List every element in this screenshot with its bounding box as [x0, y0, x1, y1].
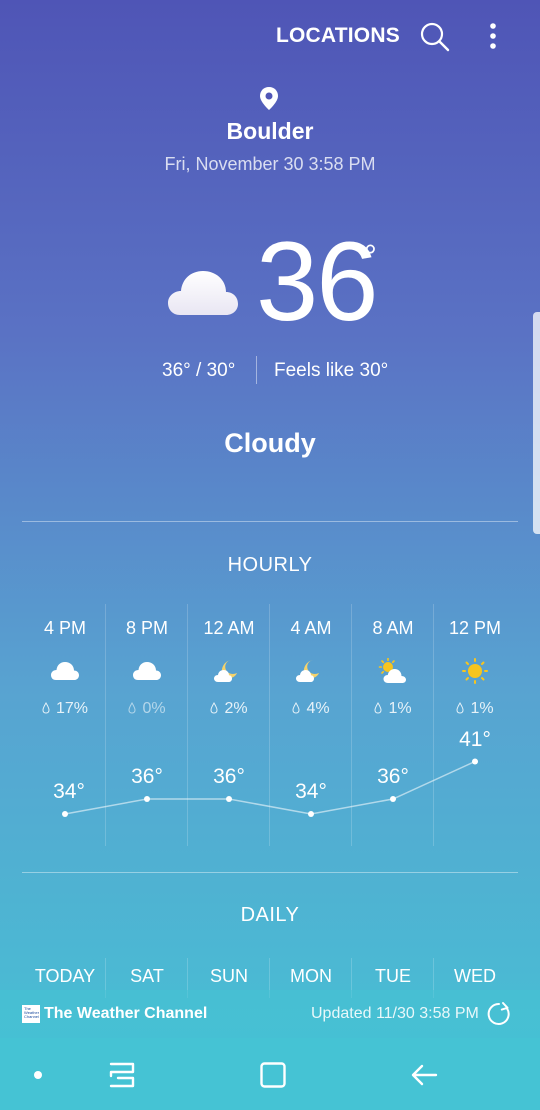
locations-button[interactable]: LOCATIONS [276, 24, 400, 48]
hour-temperature-label: 36° [213, 765, 245, 788]
day-label: TUE [375, 966, 411, 986]
hour-temperature-label: 34° [53, 780, 85, 803]
temperature-point [472, 758, 478, 765]
cloudy-icon [166, 265, 240, 317]
hour-time: 4 AM [290, 618, 332, 638]
hour-temperature-label: 36° [131, 765, 163, 788]
hour-time: 8 AM [372, 618, 414, 638]
precip-value: 2% [224, 700, 248, 717]
precipitation-chance: 17% [24, 700, 106, 718]
raindrop-icon [128, 702, 136, 714]
hourly-title: HOURLY [227, 554, 313, 576]
precip-value: 17% [55, 700, 89, 717]
high-low-temperature: 36° / 30° [162, 360, 236, 381]
raindrop-icon [374, 702, 382, 714]
temperature-point [390, 796, 396, 802]
day-label: TODAY [34, 966, 96, 986]
precip-value: 1% [470, 700, 494, 717]
day-label: SUN [209, 966, 248, 986]
moon-cloud-icon [214, 658, 244, 684]
precip-value: 4% [306, 700, 330, 717]
hour-temperature-label: 36° [377, 765, 409, 788]
sun-icon [460, 658, 490, 684]
edge-panel-handle[interactable] [533, 312, 540, 534]
precipitation-chance: 2% [188, 700, 270, 718]
section-divider [22, 521, 518, 522]
temperature-point [144, 796, 150, 802]
nav-dot-icon[interactable] [34, 1071, 42, 1079]
top-bar: LOCATIONS [0, 0, 540, 74]
precipitation-chance: 0% [106, 700, 188, 718]
weather-channel-logo: The Weather Channel [22, 1005, 40, 1023]
provider-name[interactable]: The Weather Channel [44, 1005, 207, 1023]
section-divider [22, 872, 518, 873]
weather-condition: Cloudy [224, 428, 316, 458]
back-icon[interactable] [410, 1061, 438, 1089]
city-name: Boulder [226, 118, 314, 144]
day-label: SAT [130, 966, 164, 986]
hour-time: 8 PM [125, 618, 168, 638]
hour-time: 12 AM [203, 618, 255, 638]
refresh-icon[interactable] [486, 1001, 512, 1027]
precip-value: 1% [388, 700, 412, 717]
feels-like: Feels like 30° [274, 360, 389, 381]
sun-cloud-icon [378, 657, 408, 684]
location-pin-icon [258, 86, 280, 112]
more-options-icon[interactable] [480, 20, 506, 54]
daily-title: DAILY [240, 904, 300, 926]
raindrop-icon [210, 702, 218, 714]
hourly-temperature-graph: 34° 36° 36° 34° 36° 41° [24, 720, 516, 840]
hour-temperature-label: 34° [295, 780, 327, 803]
hour-time: 12 PM [448, 618, 502, 638]
temperature-degree-symbol: ° [364, 238, 377, 274]
home-icon[interactable] [259, 1061, 287, 1089]
raindrop-icon [456, 702, 464, 714]
temperature-point [62, 811, 68, 817]
hour-time: 4 PM [43, 618, 86, 638]
precipitation-chance: 1% [434, 700, 516, 718]
day-label: WED [454, 966, 496, 986]
search-icon[interactable] [418, 20, 452, 54]
moon-cloud-icon [296, 658, 326, 684]
cloudy-icon [50, 658, 80, 684]
updated-time: Updated 11/30 3:58 PM [311, 1005, 479, 1022]
precipitation-chance: 1% [352, 700, 434, 718]
hour-temperature-label: 41° [459, 727, 491, 751]
temperature-point [308, 811, 314, 817]
day-label: MON [290, 966, 332, 986]
current-temperature: 36 [256, 219, 379, 344]
temperature-point [226, 796, 232, 802]
precip-value: 0% [142, 700, 166, 717]
cloudy-icon [132, 658, 162, 684]
precipitation-chance: 4% [270, 700, 352, 718]
current-datetime: Fri, November 30 3:58 PM [164, 154, 376, 174]
raindrop-icon [292, 702, 300, 714]
divider [256, 356, 257, 384]
raindrop-icon [42, 702, 50, 714]
recent-apps-icon[interactable] [108, 1060, 136, 1090]
